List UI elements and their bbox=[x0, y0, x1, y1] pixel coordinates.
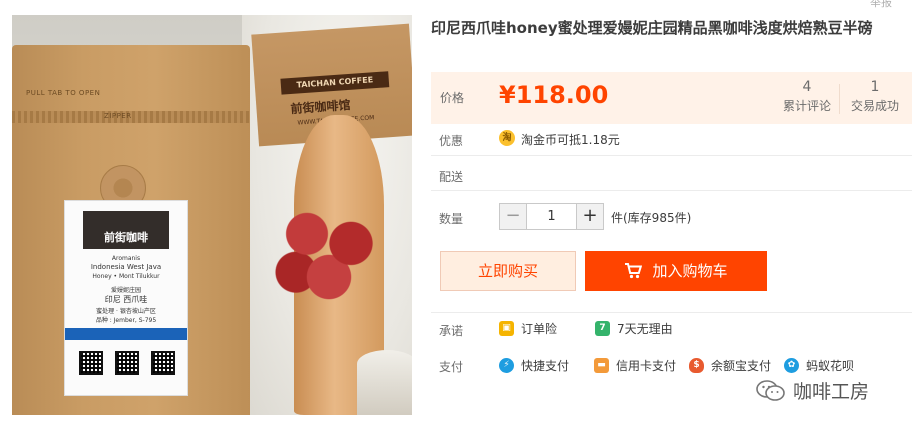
bag-pull-text: PULL TAB TO OPEN bbox=[26, 89, 101, 97]
price-label: 价格 bbox=[440, 91, 465, 105]
label-line: Aromanis bbox=[111, 255, 141, 262]
review-count-label: 累计评论 bbox=[782, 99, 831, 113]
shield-icon: ▣ bbox=[499, 321, 514, 336]
label-line: 蜜处理 · 银杏坡山产区 bbox=[96, 308, 156, 315]
huabei-icon: ✿ bbox=[784, 358, 799, 373]
quantity-decrease-button[interactable]: − bbox=[500, 204, 527, 229]
qr-code bbox=[115, 351, 139, 375]
row-divider bbox=[431, 312, 912, 313]
row-divider bbox=[431, 190, 912, 191]
payment-method-label: 蚂蚁花呗 bbox=[806, 359, 855, 373]
promo-label: 优惠 bbox=[439, 134, 464, 148]
birch-stump bbox=[357, 350, 412, 415]
payment-method-label: 余额宝支付 bbox=[711, 359, 772, 373]
cart-icon bbox=[625, 263, 643, 279]
label-line: Honey • Mont Tilukkur bbox=[92, 273, 160, 280]
red-scarf bbox=[274, 205, 384, 301]
label-line: 爱嫚妮庄园 bbox=[110, 287, 141, 294]
bag-zipper-text: ZIPPER bbox=[104, 112, 132, 120]
buy-now-button[interactable]: 立即购买 bbox=[440, 251, 576, 291]
product-title: 印尼西爪哇honey蜜处理爱嫚妮庄园精品黑咖啡浅度烘焙熟豆半磅 bbox=[431, 19, 873, 37]
sign-brand-cn: 前街咖啡馆 bbox=[290, 97, 351, 117]
promo-text: 淘金币可抵1.18元 bbox=[521, 133, 620, 147]
service-7-day-return[interactable]: 7 7天无理由 bbox=[595, 320, 673, 337]
sales-count-label: 交易成功 bbox=[850, 99, 899, 113]
stat-divider bbox=[839, 84, 840, 114]
quantity-label: 数量 bbox=[439, 212, 464, 226]
wechat-watermark: 咖啡工房 bbox=[756, 377, 869, 404]
payment-credit-card[interactable]: ▬ 信用卡支付 bbox=[594, 357, 676, 374]
payment-method-label: 信用卡支付 bbox=[616, 359, 677, 373]
commitment-label: 承诺 bbox=[439, 324, 464, 338]
bag-label: 前街咖啡 Aromanis Indonesia West Java Honey … bbox=[64, 200, 188, 396]
price-value: ¥118.00 bbox=[499, 81, 609, 109]
sales-count: 1 bbox=[870, 79, 880, 95]
sales-count-stat[interactable]: 1 交易成功 bbox=[841, 79, 909, 114]
credit-card-icon: ▬ bbox=[594, 358, 609, 373]
wechat-icon bbox=[756, 379, 785, 401]
service-label: 7天无理由 bbox=[617, 322, 673, 336]
service-label: 订单险 bbox=[521, 322, 558, 336]
row-divider bbox=[431, 155, 912, 156]
quantity-input[interactable] bbox=[528, 204, 575, 229]
watermark-text: 咖啡工房 bbox=[793, 381, 870, 403]
label-line: Indonesia West Java bbox=[90, 263, 162, 271]
stock-text: 件(库存985件) bbox=[611, 211, 692, 225]
report-link[interactable]: 举报 bbox=[870, 0, 892, 10]
seven-days-icon: 7 bbox=[595, 321, 610, 336]
delivery-label: 配送 bbox=[439, 170, 464, 184]
label-line: 品种 : Jember, S-795 bbox=[95, 317, 157, 324]
label-line: 印尼 西爪哇 bbox=[104, 295, 148, 304]
qr-code bbox=[79, 351, 103, 375]
price-panel: 价格 ¥118.00 4 累计评论 1 交易成功 bbox=[431, 72, 912, 124]
service-order-insurance[interactable]: ▣ 订单险 bbox=[499, 320, 557, 337]
payment-quick-pay[interactable]: ⚡ 快捷支付 bbox=[499, 357, 569, 374]
yuebao-icon: $ bbox=[689, 358, 704, 373]
product-photo[interactable]: TAICHAN COFFEE 前街咖啡馆 WWW.TAICHANCAFE.COM… bbox=[12, 15, 412, 415]
payment-yuebao[interactable]: $ 余额宝支付 bbox=[689, 357, 771, 374]
payment-method-label: 快捷支付 bbox=[521, 359, 570, 373]
add-to-cart-label: 加入购物车 bbox=[652, 262, 728, 280]
quick-pay-icon: ⚡ bbox=[499, 358, 514, 373]
qr-code bbox=[151, 351, 175, 375]
quantity-increase-button[interactable]: + bbox=[576, 204, 603, 229]
quantity-stepper: − + bbox=[499, 203, 604, 230]
taobao-coin-icon: 淘 bbox=[499, 130, 515, 146]
review-count-stat[interactable]: 4 累计评论 bbox=[773, 79, 841, 114]
review-count: 4 bbox=[802, 79, 812, 95]
coffee-bag: PULL TAB TO OPEN ZIPPER 前街咖啡 Aromanis In… bbox=[12, 45, 250, 415]
payment-label: 支付 bbox=[439, 360, 464, 374]
label-stripe bbox=[65, 328, 187, 340]
sign-brand-en: TAICHAN COFFEE bbox=[280, 71, 390, 95]
add-to-cart-button[interactable]: 加入购物车 bbox=[585, 251, 767, 291]
payment-huabei[interactable]: ✿ 蚂蚁花呗 bbox=[784, 357, 854, 374]
label-brand: 前街咖啡 bbox=[83, 211, 169, 249]
